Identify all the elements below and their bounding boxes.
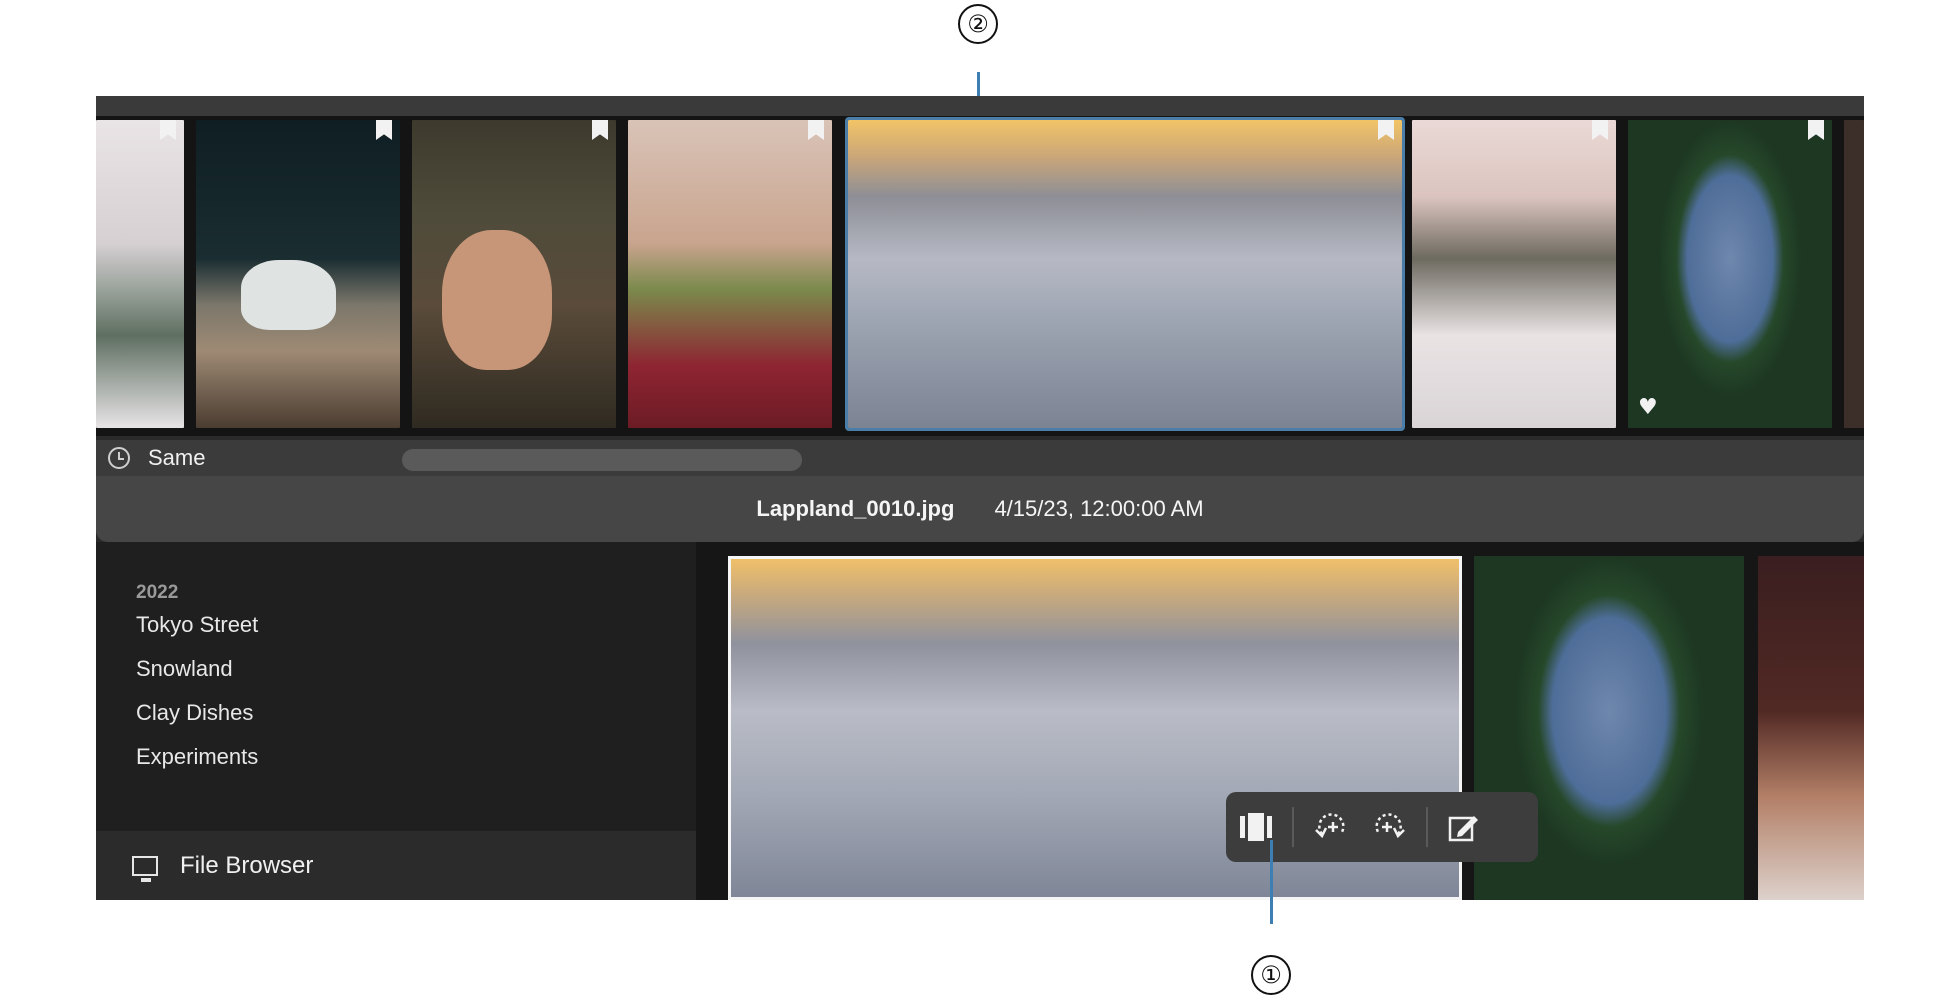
filmstrip-thumb-snowy-trees-bridge[interactable] [1412,120,1616,428]
compare-button[interactable] [1226,797,1286,857]
sidebar-item-snowland[interactable]: Snowland [136,656,233,682]
sidebar-year-heading: 2022 [136,582,179,603]
filmstrip-thumb-snowy-road[interactable] [96,120,184,428]
photo-app-window: ♥ Same Lappland_0010.jpg 4/15/23, 12:00:… [96,96,1864,900]
compare-icon [1240,813,1272,841]
toolbar-separator [1426,807,1428,847]
photo-datetime: 4/15/23, 12:00:00 AM [994,496,1204,521]
sidebar-item-clay-dishes[interactable]: Clay Dishes [136,700,253,726]
sidebar: 2022 Tokyo Street Snowland Clay Dishes E… [96,542,696,900]
filmstrip-thumb-cow-closeup[interactable] [412,120,616,428]
bookmark-icon [1592,120,1608,140]
rotate-right-button[interactable] [1360,797,1420,857]
rotate-left-button[interactable] [1300,797,1360,857]
filmstrip-scrollbar[interactable] [402,449,802,471]
file-browser-button[interactable]: File Browser [96,831,696,900]
toolbar-separator [1292,807,1294,847]
bookmark-icon [1378,120,1394,140]
sidebar-item-experiments[interactable]: Experiments [136,744,258,770]
edit-icon [1448,816,1478,842]
filmstrip-thumb-mug-sweater[interactable] [628,120,832,428]
filmstrip-thumb-white-cow-forest[interactable] [196,120,400,428]
grid-photo-husky[interactable] [1758,556,1864,900]
filmstrip-thumb-partial[interactable] [1844,120,1864,428]
file-browser-label: File Browser [180,851,314,879]
timeline-bar: Same [96,440,1864,476]
sidebar-item-tokyo-street[interactable]: Tokyo Street [136,612,258,638]
photo-info-bar: Lappland_0010.jpg 4/15/23, 12:00:00 AM [96,476,1864,542]
bookmark-icon [1808,120,1824,140]
sort-label[interactable]: Same [148,445,205,471]
top-bar [96,96,1864,116]
rotate-left-icon [1315,813,1345,839]
callout-marker-2: ② [958,4,998,44]
bookmark-icon [160,120,176,140]
photo-filename: Lappland_0010.jpg [756,496,955,521]
callout-marker-1: ① [1251,955,1291,995]
filmstrip[interactable]: ♥ [96,116,1864,436]
bookmark-icon [592,120,608,140]
callout-line-1 [1270,840,1273,924]
favorite-heart-icon: ♥ [1638,395,1658,420]
filmstrip-thumb-aerial-town[interactable] [845,117,1405,431]
bookmark-icon [376,120,392,140]
clock-icon [108,447,130,469]
bookmark-icon [808,120,824,140]
filmstrip-thumb-frozen-lake-aerial[interactable]: ♥ [1628,120,1832,428]
monitor-icon [132,855,158,882]
rotate-right-icon [1375,813,1405,839]
edit-button[interactable] [1434,797,1494,857]
